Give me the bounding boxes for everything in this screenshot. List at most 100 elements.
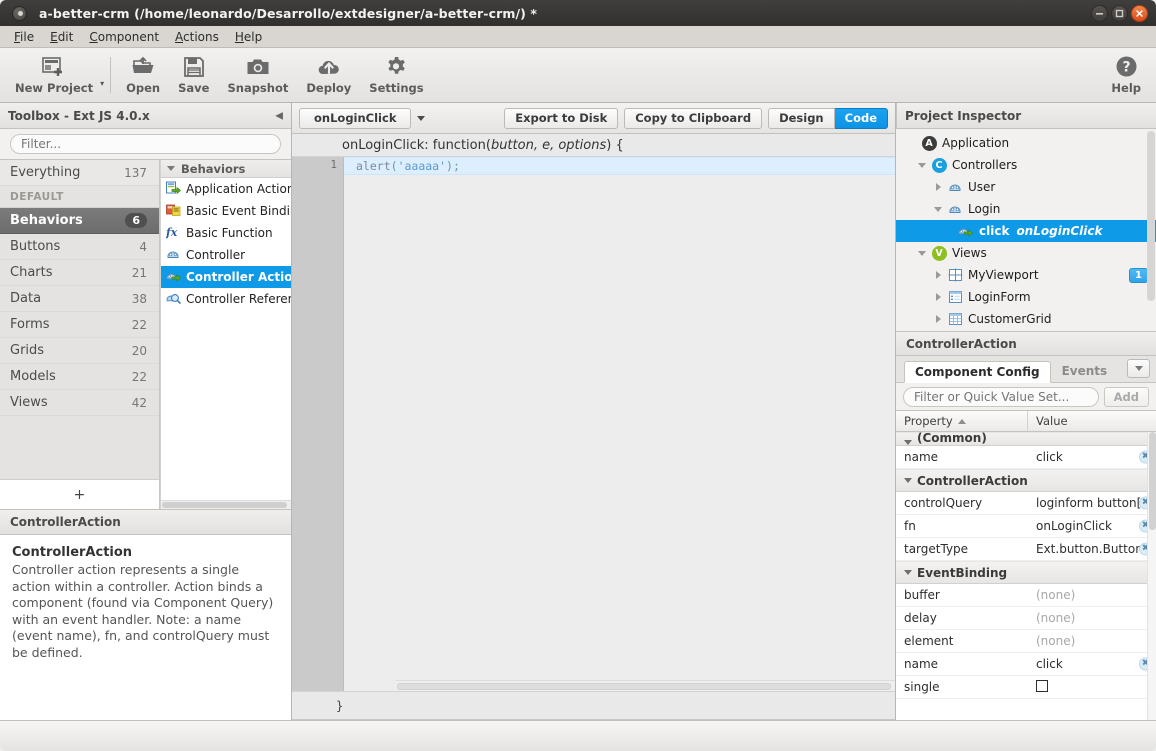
toolbox-item-application-action[interactable]: Application Action — [161, 178, 291, 200]
config-group-controlleraction[interactable]: ControllerAction — [896, 469, 1156, 492]
minimize-button[interactable] — [1091, 5, 1108, 22]
config-row-delay[interactable]: delay (none) — [896, 607, 1156, 630]
copy-to-clipboard-button[interactable]: Copy to Clipboard — [624, 107, 763, 129]
chevron-down-icon[interactable] — [417, 115, 426, 121]
config-row-single[interactable]: single — [896, 676, 1156, 699]
menu-component[interactable]: Component — [81, 28, 167, 46]
config-row-targettype[interactable]: targetType Ext.button.Button ✖ — [896, 538, 1156, 561]
close-button[interactable] — [1131, 5, 1148, 22]
config-row-name-common[interactable]: name click ✖ — [896, 446, 1156, 469]
add-category-button[interactable]: + — [0, 479, 159, 509]
category-behaviors[interactable]: Behaviors 6 — [0, 208, 159, 234]
help-button[interactable]: ? Help — [1102, 50, 1150, 100]
menu-help[interactable]: Help — [227, 28, 270, 46]
config-column-property[interactable]: Property — [896, 411, 1028, 431]
config-group-common[interactable]: (Common) — [896, 432, 1156, 446]
category-data[interactable]: Data 38 — [0, 286, 159, 312]
toolbox-item-controller[interactable]: Controller — [161, 244, 291, 266]
config-group-label: EventBinding — [917, 565, 1008, 580]
toolbox-item-basic-function[interactable]: fx Basic Function — [161, 222, 291, 244]
tree-node-views[interactable]: V Views — [896, 242, 1156, 264]
category-charts[interactable]: Charts 21 — [0, 260, 159, 286]
config-value[interactable] — [1028, 679, 1156, 695]
chevron-left-icon[interactable]: ◀ — [275, 110, 283, 121]
maximize-button[interactable] — [1111, 5, 1128, 22]
menu-file[interactable]: File — [6, 28, 42, 46]
tree-node-loginform[interactable]: LoginForm — [896, 286, 1156, 308]
toolbox-item-basic-event-binding[interactable]: Basic Event Binding — [161, 200, 291, 222]
config-row-fn[interactable]: fn onLoginClick ✖ — [896, 515, 1156, 538]
category-everything[interactable]: Everything 137 — [0, 160, 159, 186]
toolbox-item-controller-action[interactable]: Controller Action — [161, 266, 291, 288]
chevron-right-icon — [935, 293, 941, 301]
menu-actions[interactable]: Actions — [167, 28, 227, 46]
config-grid-body[interactable]: (Common) name click ✖ ControllerAction co… — [896, 432, 1156, 720]
toolbox-filter-input[interactable] — [10, 134, 281, 154]
category-views[interactable]: Views 42 — [0, 390, 159, 416]
deploy-button[interactable]: Deploy — [297, 50, 360, 100]
add-property-button[interactable]: Add — [1103, 386, 1149, 407]
config-value[interactable]: (none) — [1028, 588, 1156, 602]
tree-twisty-expanded[interactable] — [914, 250, 930, 256]
config-value[interactable]: loginform button[i... ✖ — [1028, 496, 1156, 510]
config-value[interactable]: click ✖ — [1028, 450, 1156, 464]
scrollbar-thumb[interactable] — [1147, 131, 1155, 302]
category-forms[interactable]: Forms 22 — [0, 312, 159, 338]
tree-twisty-collapsed[interactable] — [930, 183, 946, 191]
tree-twisty-expanded[interactable] — [930, 206, 946, 212]
tree-vscrollbar[interactable] — [1147, 131, 1155, 329]
toolbox-item-controller-reference[interactable]: Controller Reference — [161, 288, 291, 310]
tree-node-customergrid[interactable]: CustomerGrid — [896, 308, 1156, 330]
tree-node-application[interactable]: A Application — [896, 132, 1156, 154]
tree-node-login[interactable]: Login — [896, 198, 1156, 220]
category-grids[interactable]: Grids 20 — [0, 338, 159, 364]
scrollbar-thumb[interactable] — [162, 502, 287, 508]
tab-overflow-menu-button[interactable] — [1127, 359, 1150, 378]
category-models[interactable]: Models 22 — [0, 364, 159, 390]
new-project-button[interactable]: New Project — [6, 50, 102, 100]
tree-twisty-collapsed[interactable] — [930, 271, 946, 279]
new-project-dropdown-arrow[interactable]: ▾ — [100, 79, 104, 88]
save-button[interactable]: Save — [169, 50, 218, 100]
code-hscrollbar[interactable] — [396, 680, 895, 691]
config-value[interactable]: Ext.button.Button ✖ — [1028, 542, 1156, 556]
settings-button[interactable]: Settings — [360, 50, 432, 100]
config-grid-vscrollbar[interactable] — [1147, 432, 1156, 720]
tree-node-user[interactable]: User — [896, 176, 1156, 198]
code-line-1[interactable]: alert('aaaaa'); — [344, 157, 895, 175]
function-selector-button[interactable]: onLoginClick — [299, 107, 412, 129]
config-group-eventbinding[interactable]: EventBinding — [896, 561, 1156, 584]
toolbox-group-header[interactable]: Behaviors — [161, 160, 291, 178]
export-to-disk-button[interactable]: Export to Disk — [504, 107, 619, 129]
config-filter-input[interactable] — [903, 386, 1099, 407]
code-content[interactable]: alert('aaaaa'); — [344, 157, 895, 691]
snapshot-button[interactable]: Snapshot — [218, 50, 297, 100]
tree-node-myviewport[interactable]: MyViewport 1 — [896, 264, 1156, 286]
tab-component-config[interactable]: Component Config — [904, 361, 1051, 383]
scrollbar-thumb[interactable] — [397, 683, 891, 690]
config-row-buffer[interactable]: buffer (none) — [896, 584, 1156, 607]
tab-events[interactable]: Events — [1051, 360, 1119, 382]
code-tab[interactable]: Code — [834, 107, 888, 129]
tree-twisty-expanded[interactable] — [914, 162, 930, 168]
open-button[interactable]: Open — [117, 50, 169, 100]
config-row-name-eventbinding[interactable]: name click ✖ — [896, 653, 1156, 676]
config-column-value[interactable]: Value — [1028, 411, 1156, 431]
menu-edit[interactable]: Edit — [42, 28, 81, 46]
tree-node-controllers[interactable]: C Controllers — [896, 154, 1156, 176]
tree-twisty-collapsed[interactable] — [930, 315, 946, 323]
config-value[interactable]: (none) — [1028, 634, 1156, 648]
design-tab[interactable]: Design — [768, 107, 835, 129]
config-value[interactable]: (none) — [1028, 611, 1156, 625]
scrollbar-thumb[interactable] — [1149, 432, 1156, 530]
config-row-controlquery[interactable]: controlQuery loginform button[i... ✖ — [896, 492, 1156, 515]
toolbox-item-hscrollbar[interactable] — [161, 500, 291, 509]
single-checkbox[interactable] — [1036, 679, 1048, 692]
tree-node-click-onloginclick[interactable]: click onLoginClick — [896, 220, 1156, 242]
category-buttons[interactable]: Buttons 4 — [0, 234, 159, 260]
config-value[interactable]: click ✖ — [1028, 657, 1156, 671]
config-row-element[interactable]: element (none) — [896, 630, 1156, 653]
tree-twisty-collapsed[interactable] — [930, 293, 946, 301]
config-value[interactable]: onLoginClick ✖ — [1028, 519, 1156, 533]
code-editor[interactable]: 1 alert('aaaaa'); — [292, 157, 895, 692]
